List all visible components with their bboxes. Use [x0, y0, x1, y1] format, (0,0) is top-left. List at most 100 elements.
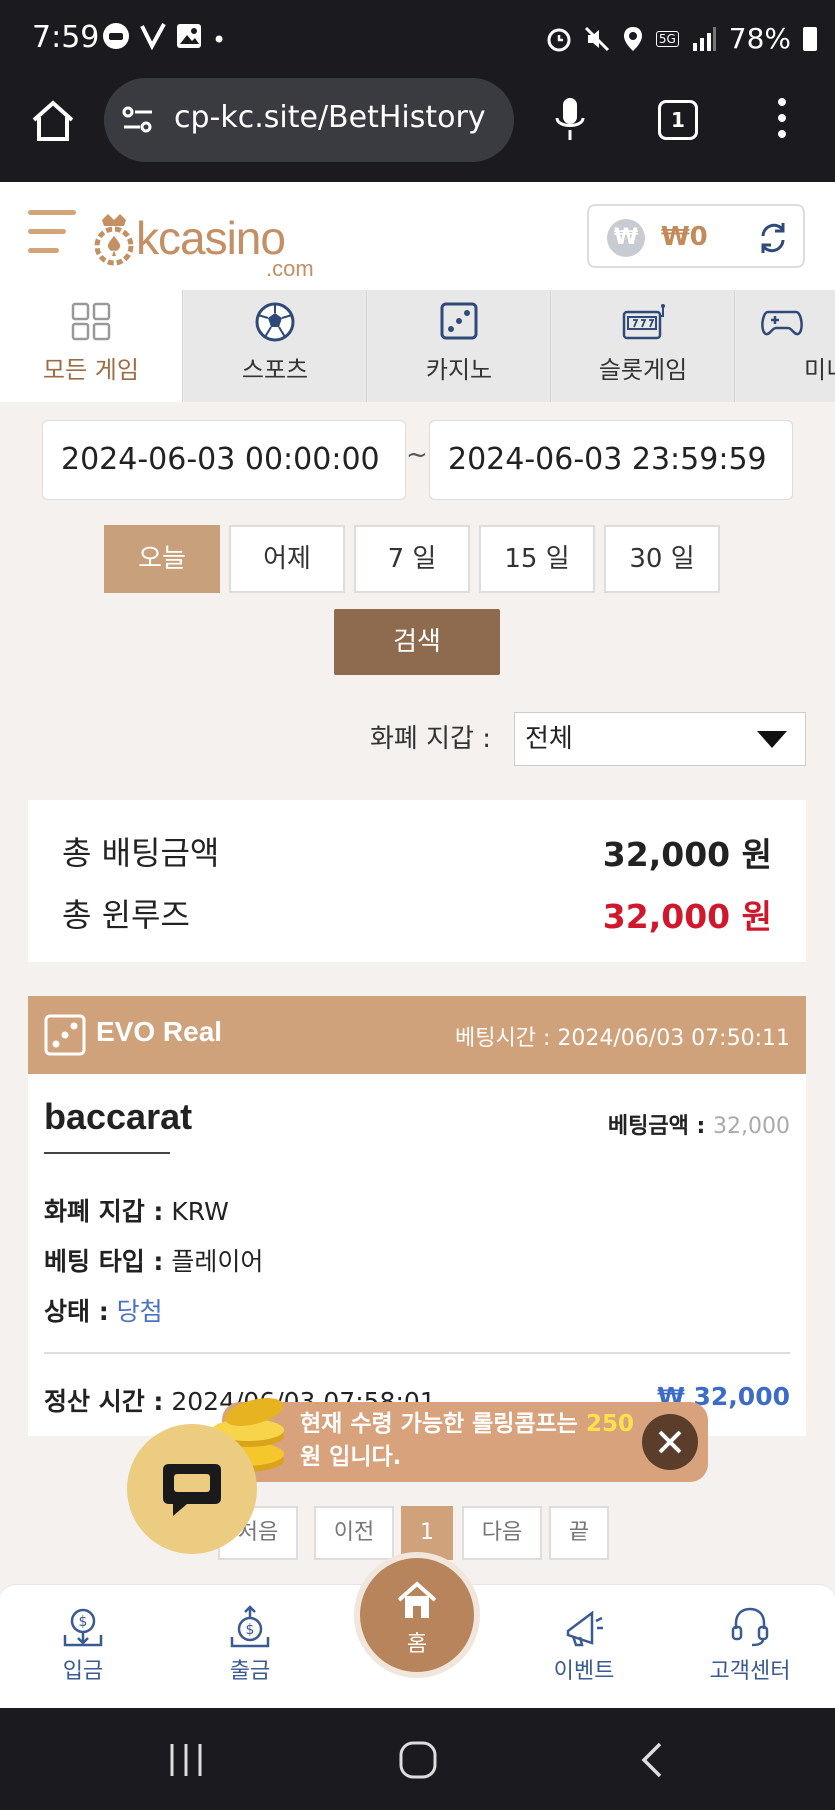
page-next-button[interactable]: 다음 — [462, 1506, 542, 1560]
tab-label: 스포츠 — [241, 356, 309, 384]
live-chat-button[interactable] — [127, 1424, 257, 1554]
date-from-input[interactable]: 2024-06-03 00:00:00 — [42, 420, 406, 500]
tab-mini[interactable]: 미니 — [736, 290, 835, 402]
divider — [44, 1352, 790, 1354]
home-icon — [397, 1581, 437, 1618]
page-prev-button[interactable]: 이전 — [314, 1506, 394, 1560]
logo-text: kcasino — [136, 212, 286, 264]
signal-icon — [692, 26, 716, 51]
tab-sports[interactable]: 스포츠 — [184, 290, 367, 402]
tab-label: 슬롯게임 — [598, 356, 688, 384]
grid-icon — [71, 302, 111, 341]
total-bet-row: 총 배팅금액 32,000 원 — [62, 828, 772, 874]
svg-text:$: $ — [246, 1622, 255, 1638]
mute-icon — [584, 26, 609, 51]
logo-emblem-icon — [94, 214, 134, 266]
status-time: 7:59 — [32, 20, 100, 55]
gamepad-icon — [761, 310, 803, 336]
total-winlose-row: 총 윈루즈 32,000 원 — [62, 890, 772, 936]
total-winlose-label: 총 윈루즈 — [62, 896, 190, 934]
back-icon[interactable] — [636, 1740, 666, 1780]
close-icon — [658, 1430, 682, 1454]
dropdown-caret-icon — [757, 731, 787, 748]
nav-event[interactable]: 이벤트 — [524, 1605, 644, 1685]
tab-label: 카지노 — [425, 356, 493, 384]
range-yesterday-button[interactable]: 어제 — [229, 525, 345, 593]
battery-percent: 78% — [728, 22, 791, 55]
range-7d-button[interactable]: 7 일 — [354, 525, 470, 593]
nav-label: 고객센터 — [709, 1659, 791, 1684]
total-winlose-value: 32,000 원 — [602, 897, 772, 936]
dice-icon — [440, 302, 478, 340]
slot-machine-icon — [622, 304, 665, 340]
nav-label: 출금 — [229, 1659, 271, 1684]
url-text[interactable]: cp-kc.site/BetHistory — [174, 100, 498, 135]
search-button[interactable]: 검색 — [334, 609, 500, 675]
wallet-filter-label: 화폐 지갑 : — [370, 724, 491, 754]
logo-suffix: .com — [266, 256, 314, 281]
tab-label: 미니 — [804, 356, 835, 384]
home-system-icon[interactable] — [398, 1740, 438, 1780]
provider-name: EVO Real — [96, 1016, 223, 1047]
range-15d-button[interactable]: 15 일 — [479, 525, 595, 593]
headset-icon — [731, 1607, 769, 1647]
megaphone-icon — [566, 1610, 603, 1647]
refresh-icon[interactable] — [755, 220, 791, 256]
microphone-icon[interactable] — [552, 96, 588, 144]
toast-message: 현재 수령 가능한 롤링콤프는 250 원 입니다. — [300, 1411, 634, 1470]
range-30d-button[interactable]: 30 일 — [604, 525, 720, 593]
location-icon — [623, 26, 642, 51]
site-settings-icon[interactable] — [120, 102, 156, 138]
system-navigation-bar — [0, 1708, 835, 1810]
soccer-ball-icon — [255, 302, 295, 342]
dice-icon — [44, 1014, 86, 1056]
divider — [44, 1152, 170, 1154]
site-header: kcasino .com ₩ ₩0 — [0, 182, 835, 290]
bet-card-header: EVO Real 베팅시간 : 2024/06/03 07:50:11 — [28, 996, 806, 1074]
wallet-select[interactable]: 전체 — [514, 712, 806, 766]
date-to-input[interactable]: 2024-06-03 23:59:59 — [429, 420, 793, 500]
nav-label: 홈 — [406, 1632, 428, 1657]
menu-icon[interactable] — [28, 210, 76, 256]
chat-bubble-icon — [163, 1464, 221, 1516]
alarm-icon — [547, 28, 571, 51]
svg-text:$: $ — [79, 1614, 88, 1630]
balance-widget: ₩ ₩0 — [587, 204, 805, 268]
nav-withdraw[interactable]: $ 출금 — [190, 1605, 310, 1685]
network-type: 5G — [655, 30, 679, 47]
vpn-v-icon — [140, 22, 166, 57]
tab-slots[interactable]: 슬롯게임 — [552, 290, 735, 402]
nav-home-button[interactable]: 홈 — [354, 1552, 480, 1678]
recent-apps-icon[interactable] — [166, 1742, 206, 1778]
status-bar: 7:59 • 5G 78% — [0, 0, 835, 80]
bet-time: 베팅시간 : 2024/06/03 07:50:11 — [455, 1026, 790, 1051]
tab-casino[interactable]: 카지노 — [368, 290, 551, 402]
bet-history-card: EVO Real 베팅시간 : 2024/06/03 07:50:11 bacc… — [28, 996, 806, 1436]
nav-deposit[interactable]: $ 입금 — [23, 1605, 143, 1685]
system-icons: 5G 78% — [546, 22, 817, 55]
nav-support[interactable]: 고객센터 — [690, 1605, 810, 1685]
nav-label: 입금 — [62, 1659, 104, 1684]
tab-switcher-button[interactable]: 1 — [658, 100, 698, 140]
battery-icon — [803, 26, 817, 51]
range-today-button[interactable]: 오늘 — [104, 525, 220, 593]
image-icon — [176, 23, 202, 56]
tab-all-games[interactable]: 모든 게임 — [0, 290, 183, 402]
total-bet-value: 32,000 원 — [602, 835, 772, 874]
date-separator: ~ — [406, 440, 428, 470]
bet-type-field: 베팅 타입 : 플레이어 — [44, 1247, 264, 1276]
bet-summary: 총 배팅금액 32,000 원 총 윈루즈 32,000 원 — [28, 800, 806, 962]
site-logo[interactable]: kcasino .com — [92, 198, 314, 281]
page-last-button[interactable]: 끝 — [549, 1506, 609, 1560]
balance-amount: ₩0 — [661, 222, 708, 252]
status-field: 상태 : 당첨 — [44, 1297, 163, 1326]
bet-amount: 베팅금액 : 32,000 — [607, 1114, 790, 1139]
toast-close-button[interactable] — [642, 1414, 698, 1470]
status-badge: 당첨 — [116, 1297, 163, 1326]
game-name: baccarat — [44, 1096, 193, 1137]
browser-menu-icon[interactable] — [772, 98, 792, 144]
won-coin-icon: ₩ — [607, 219, 645, 257]
game-category-tabs: 모든 게임 스포츠 카지노 슬롯게임 미니 — [0, 290, 835, 402]
browser-home-icon[interactable] — [28, 96, 78, 146]
notification-icons: • — [102, 22, 226, 57]
